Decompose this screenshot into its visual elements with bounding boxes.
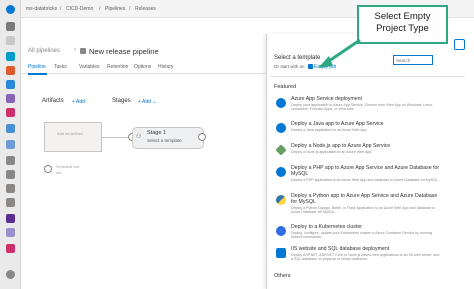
- template-description: Deploy a PHP application to an Azure Web…: [291, 178, 439, 182]
- tab-pipeline[interactable]: Pipeline: [28, 64, 46, 70]
- start-with-prefix: Or start with an: [274, 64, 305, 69]
- template-title: Deploy a PHP app to Azure App Service an…: [291, 165, 440, 177]
- azure-devops-logo-icon[interactable]: [6, 5, 15, 14]
- java-icon: [276, 123, 286, 133]
- pipeline-icon: [80, 48, 86, 54]
- template-item-java[interactable]: Deploy a Java app to Azure App Service D…: [274, 121, 464, 143]
- add-artifact-placeholder[interactable]: Add an artifact: [44, 122, 102, 152]
- stage-subtitle[interactable]: Select a template: [147, 138, 182, 143]
- panel-title: Select a template: [274, 55, 321, 61]
- schedule-icon[interactable]: [44, 165, 52, 173]
- template-item-iis[interactable]: IIS website and SQL database deployment …: [274, 246, 464, 268]
- tab-retention[interactable]: Retention: [107, 64, 128, 70]
- template-item-php[interactable]: Deploy a PHP app to Azure App Service an…: [274, 165, 464, 187]
- tab-variables[interactable]: Variables: [79, 64, 99, 70]
- template-title: Deploy a Java app to Azure App Service: [291, 121, 384, 127]
- chevron-right-icon: ›: [74, 47, 76, 53]
- breadcrumb-pipelines[interactable]: Pipelines: [105, 6, 125, 12]
- annotation-text: Select Empty Project Type: [357, 11, 448, 35]
- artifacts-icon[interactable]: [6, 108, 15, 117]
- python-icon: [276, 195, 286, 205]
- post-deployment-conditions-icon[interactable]: [198, 133, 206, 141]
- breadcrumb-separator: /: [60, 6, 62, 12]
- releases-icon[interactable]: [6, 156, 15, 165]
- library-icon[interactable]: [6, 170, 15, 179]
- build-icon[interactable]: [6, 124, 15, 133]
- breadcrumb-separator: /: [129, 6, 131, 12]
- flask-icon[interactable]: [6, 228, 15, 237]
- breadcrumb-releases[interactable]: Releases: [135, 6, 156, 12]
- task-groups-icon[interactable]: [6, 184, 15, 193]
- environments-icon[interactable]: [6, 140, 15, 149]
- divider: [270, 76, 465, 77]
- template-title: Deploy a Node.js app to Azure App Servic…: [291, 143, 391, 149]
- kubernetes-icon: [276, 226, 286, 236]
- app-service-icon: [276, 98, 286, 108]
- featured-label: Featured: [274, 84, 297, 90]
- empty-job-icon: [308, 64, 313, 69]
- test-icon[interactable]: [6, 214, 15, 223]
- template-description: Deploy a Node.js application to an Azure…: [291, 150, 373, 154]
- template-description: Deploy a Python Django, Bottle, or Flask…: [291, 206, 436, 215]
- overview-icon[interactable]: [6, 22, 15, 31]
- template-title: Azure App Service deployment: [291, 96, 362, 102]
- template-item-app-service[interactable]: Azure App Service deployment Deploy your…: [274, 96, 464, 118]
- stages-label: Stages: [112, 98, 131, 104]
- pipelines-icon[interactable]: [6, 80, 15, 89]
- tab-history[interactable]: History: [158, 64, 174, 70]
- artifacts-label: Artifacts: [42, 98, 64, 104]
- template-item-python[interactable]: Deploy a Python app to Azure App Service…: [274, 193, 464, 215]
- template-item-nodejs[interactable]: Deploy a Node.js app to Azure App Servic…: [274, 143, 464, 165]
- stage-person-icon: ⚇: [136, 134, 142, 140]
- template-description: Deploy a Java application to an Azure We…: [291, 128, 368, 132]
- template-item-kubernetes[interactable]: Deploy to a Kubernetes cluster Deploy, c…: [274, 224, 464, 246]
- repos-icon[interactable]: [6, 66, 15, 75]
- add-icon[interactable]: [6, 36, 15, 45]
- empty-job-link[interactable]: Empty job: [314, 64, 336, 70]
- template-search-input[interactable]: [393, 55, 433, 65]
- stage-title: Stage 1: [147, 130, 166, 136]
- template-title: Deploy a Python app to Azure App Service…: [291, 193, 438, 205]
- template-description: Deploy your application to Azure App Ser…: [291, 103, 433, 112]
- template-title: IIS website and SQL database deployment: [291, 246, 390, 252]
- template-description: Deploy ASP.NET, ASP.NET Core or Node.js …: [291, 253, 440, 262]
- others-label: Others: [274, 273, 291, 279]
- all-pipelines-link[interactable]: All pipelines: [28, 48, 60, 54]
- left-nav-bar: [0, 0, 21, 289]
- tab-tasks[interactable]: Tasks: [54, 64, 67, 70]
- schedule-text: Schedule not set: [56, 164, 80, 175]
- add-artifact-text: Add an artifact: [57, 131, 83, 136]
- template-description: Deploy, configure, update your Kubernete…: [291, 231, 432, 240]
- test-plans-icon[interactable]: [6, 94, 15, 103]
- php-icon: [276, 167, 286, 177]
- annotation-line-1: Select Empty: [374, 11, 431, 22]
- breadcrumb-project[interactable]: CICD-Demo: [66, 6, 93, 12]
- stages-add-button[interactable]: + Add ⌄: [138, 99, 157, 105]
- focus-mode-icon[interactable]: [454, 39, 465, 50]
- nodejs-icon: [275, 144, 287, 156]
- tab-options[interactable]: Options: [134, 64, 151, 70]
- pipeline-canvas: [21, 75, 266, 289]
- breadcrumb-separator: /: [99, 6, 101, 12]
- annotation-line-2: Project Type: [376, 23, 429, 34]
- pipeline-title[interactable]: New release pipeline: [89, 47, 159, 56]
- package-icon[interactable]: [6, 244, 15, 253]
- breadcrumb-org[interactable]: ms-databricks: [26, 6, 57, 12]
- settings-icon[interactable]: [6, 270, 15, 279]
- template-title: Deploy to a Kubernetes cluster: [291, 224, 362, 230]
- deployment-groups-icon[interactable]: [6, 198, 15, 207]
- boards-icon[interactable]: [6, 52, 15, 61]
- artifacts-add-button[interactable]: + Add: [72, 99, 85, 105]
- iis-icon: [276, 248, 286, 258]
